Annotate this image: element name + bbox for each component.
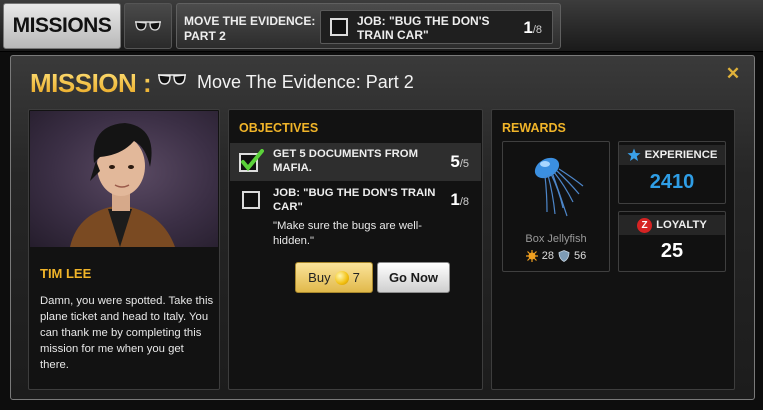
active-job-text: JOB: "BUG THE DON'S TRAIN CAR"	[357, 14, 490, 42]
buy-button-label: Buy	[308, 270, 331, 285]
character-column: TIM LEE Damn, you were spotted. Take thi…	[28, 109, 220, 390]
defense-value: 56	[574, 250, 587, 262]
defense-icon	[558, 250, 570, 262]
experience-label: EXPERIENCE	[644, 149, 718, 161]
close-icon[interactable]: ✕	[725, 65, 741, 82]
rewards-title: REWARDS	[502, 121, 566, 135]
gold-coin-icon	[334, 270, 349, 285]
objective-text: GET 5 DOCUMENTS FROM MAFIA.	[273, 148, 418, 174]
attack-icon	[525, 250, 538, 262]
objectives-title: OBJECTIVES	[239, 121, 319, 135]
objectives-column: OBJECTIVES GET 5 DOCUMENTS FROM MAFIA. 5…	[228, 109, 483, 390]
reward-item[interactable]: Box Jellyfish 28 56	[502, 141, 610, 272]
go-now-label: Go Now	[388, 270, 439, 285]
active-mission-tracker[interactable]: MOVE THE EVIDENCE: PART 2 JOB: "BUG THE …	[176, 3, 561, 49]
buy-button[interactable]: Buy 7	[295, 262, 373, 293]
mission-name: Move The Evidence: Part 2	[197, 72, 414, 92]
experience-label-bar: EXPERIENCE	[619, 145, 725, 165]
experience-reward: EXPERIENCE 2410	[618, 141, 726, 204]
missions-tab-label: MISSIONS	[12, 14, 112, 37]
top-bar: MISSIONS MOVE THE EVIDENCE: PART 2 JOB: …	[0, 0, 763, 52]
character-portrait	[30, 111, 218, 247]
reward-item-stats: 28 56	[503, 250, 609, 262]
mission-panel: MISSION : Move The Evidence: Part 2 ✕ TI…	[10, 55, 755, 400]
objective-text: JOB: "BUG THE DON'S TRAIN CAR"	[273, 187, 436, 213]
active-job-box[interactable]: JOB: "BUG THE DON'S TRAIN CAR" 1/8	[320, 10, 553, 44]
sunglasses-tab[interactable]	[124, 3, 172, 49]
objective-progress: 5/5	[450, 152, 469, 171]
loyalty-reward: Z LOYALTY 25	[618, 211, 726, 272]
buy-cost: 7	[352, 270, 360, 285]
sunglasses-icon	[158, 74, 186, 85]
objective-progress: 1/8	[450, 190, 469, 209]
checkmark-icon	[239, 149, 264, 172]
loyalty-label-bar: Z LOYALTY	[619, 215, 725, 235]
active-mission-title: MOVE THE EVIDENCE: PART 2	[184, 14, 316, 43]
reward-item-name: Box Jellyfish	[525, 233, 587, 245]
character-message: Damn, you were spotted. Take this plane …	[40, 295, 214, 371]
objective-row: GET 5 DOCUMENTS FROM MAFIA. 5/5	[230, 143, 481, 181]
loyalty-z-icon: Z	[637, 217, 653, 233]
attack-value: 28	[541, 250, 554, 262]
sunglasses-icon	[135, 21, 161, 31]
job-checkbox	[330, 18, 348, 36]
objective-description: "Make sure the bugs are well-hidden."	[273, 220, 423, 247]
experience-value: 2410	[649, 171, 695, 193]
rewards-column: REWARDS Box Jellyfish 28 56 EXPERIENCE 2…	[491, 109, 735, 390]
jellyfish-icon	[534, 157, 584, 217]
character-name: TIM LEE	[40, 266, 92, 281]
missions-tab[interactable]: MISSIONS	[3, 3, 121, 49]
loyalty-label: LOYALTY	[656, 219, 707, 231]
go-now-button[interactable]: Go Now	[377, 262, 450, 293]
objective-checkbox	[242, 191, 260, 209]
star-icon	[627, 148, 641, 161]
loyalty-value: 25	[660, 240, 684, 262]
active-job-progress: 1/8	[523, 18, 542, 37]
mission-heading-label: MISSION :	[30, 68, 152, 98]
